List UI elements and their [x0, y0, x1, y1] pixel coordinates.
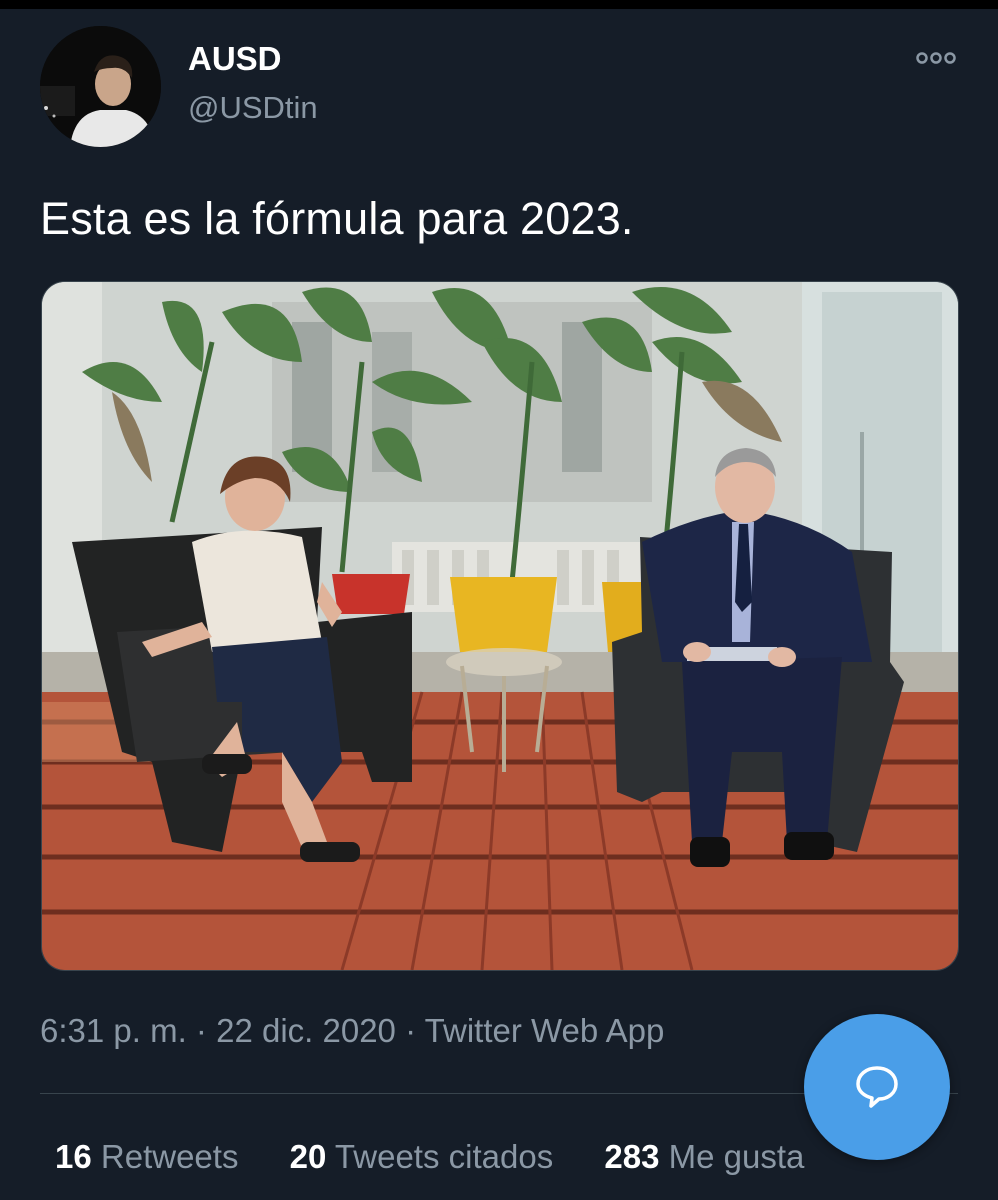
tweet-meta: 6:31 p. m. · 22 dic. 2020 · Twitter Web …	[40, 1012, 664, 1050]
retweets-label: Retweets	[100, 1138, 239, 1175]
retweets-count: 16	[55, 1138, 92, 1175]
likes-stat[interactable]: 283 Me gusta	[604, 1138, 804, 1176]
status-strip	[0, 0, 998, 9]
tweet-time: 6:31 p. m.	[40, 1012, 187, 1049]
author-name[interactable]: AUSD	[188, 40, 282, 78]
photo-image	[42, 282, 958, 970]
likes-label: Me gusta	[668, 1138, 805, 1175]
quote-tweets-label: Tweets citados	[334, 1138, 554, 1175]
author-handle[interactable]: @USDtin	[188, 90, 318, 126]
tweet-source-link[interactable]: Twitter Web App	[425, 1012, 665, 1049]
tweet-text: Esta es la fórmula para 2023.	[40, 193, 634, 244]
more-options-button[interactable]	[912, 44, 960, 72]
more-options-icon	[916, 52, 956, 64]
avatar-image	[40, 26, 161, 147]
meta-separator: ·	[405, 1012, 417, 1049]
retweets-stat[interactable]: 16 Retweets	[55, 1138, 238, 1176]
quote-tweets-stat[interactable]: 20 Tweets citados	[290, 1138, 554, 1176]
meta-separator: ·	[195, 1012, 207, 1049]
engagement-stats: 16 Retweets 20 Tweets citados 283 Me gus…	[55, 1138, 846, 1176]
tweet-photo[interactable]	[41, 281, 959, 971]
compose-tweet-button[interactable]	[804, 1014, 950, 1160]
quote-tweets-count: 20	[289, 1138, 327, 1175]
tweet-date: 22 dic. 2020	[216, 1012, 396, 1049]
avatar[interactable]	[40, 26, 161, 147]
likes-count: 283	[604, 1138, 660, 1175]
speech-bubble-icon	[856, 1066, 898, 1108]
